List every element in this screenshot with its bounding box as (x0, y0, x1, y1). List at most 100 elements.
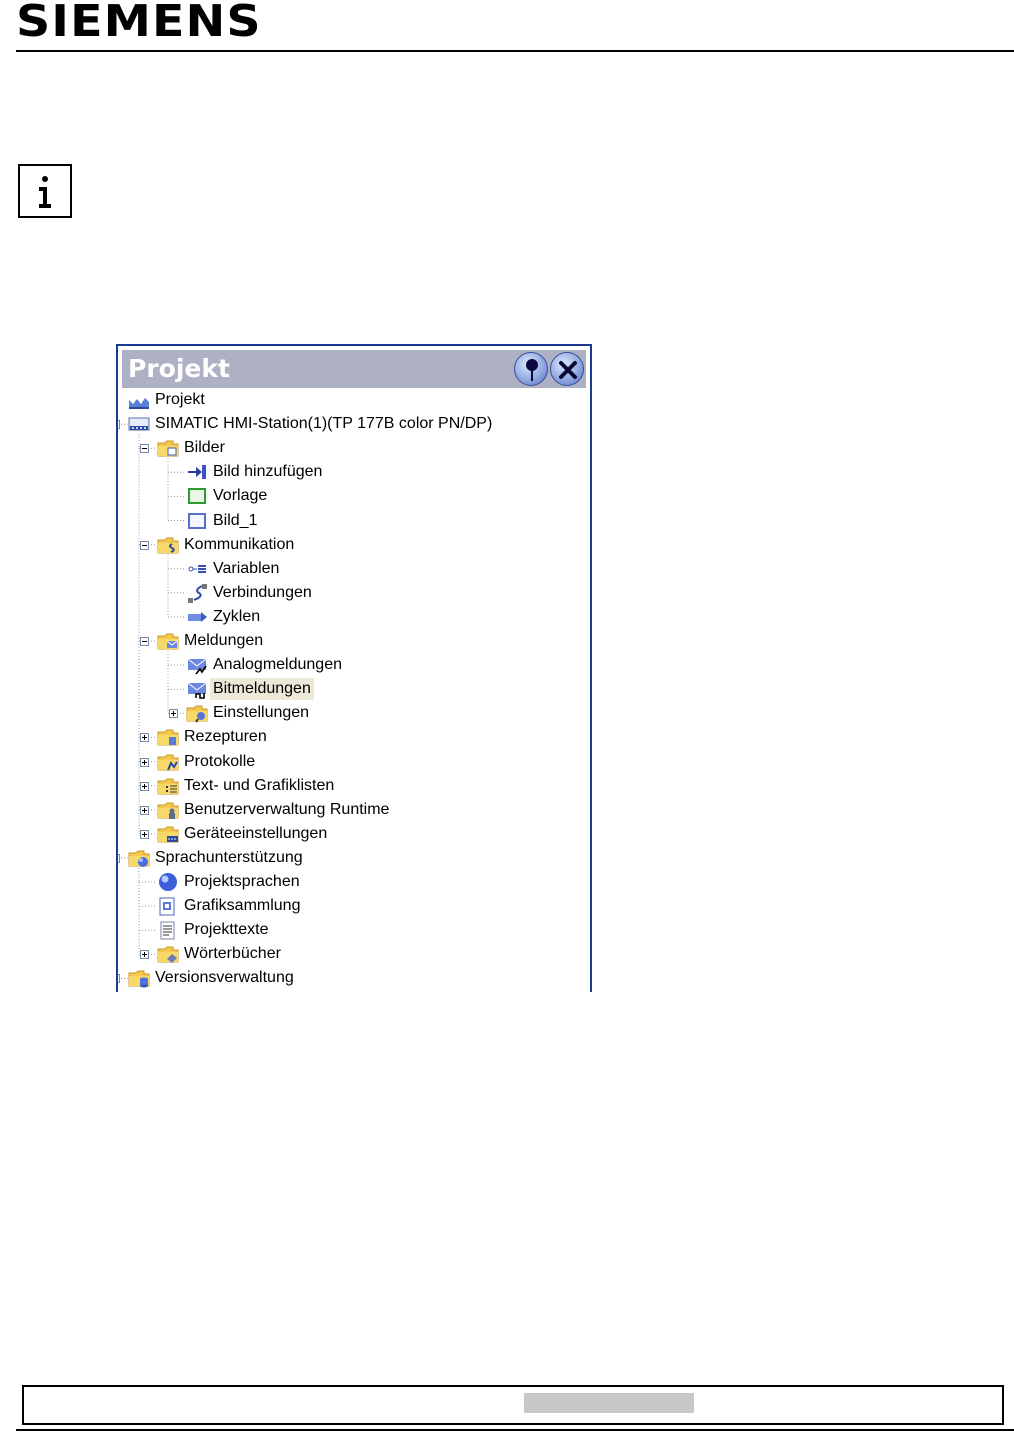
tree-node[interactable]: Rezepturen (118, 726, 588, 748)
tree-node[interactable]: Vorlage (118, 485, 588, 507)
info-icon (18, 164, 72, 218)
tree-node[interactable]: Text- und Grafiklisten (118, 775, 588, 797)
tree-node-label[interactable]: Bild hinzufügen (210, 461, 325, 483)
footer-box (22, 1385, 1004, 1425)
tree-node[interactable]: Wörterbücher (118, 943, 588, 965)
tree-node-label[interactable]: Projekt (152, 389, 208, 411)
tree-node-label[interactable]: Bitmeldungen (210, 678, 314, 701)
tree-node[interactable]: Protokolle (118, 751, 588, 773)
footer-rule (16, 1429, 1014, 1431)
pin-icon[interactable] (514, 352, 548, 386)
tree-node[interactable]: Grafiksammlung (118, 895, 588, 917)
tree-node[interactable]: Projekt (118, 389, 588, 411)
folder-users-icon (157, 800, 179, 820)
tags-icon (186, 559, 208, 579)
tree-node[interactable]: Geräteeinstellungen (118, 823, 588, 845)
tree-node-label[interactable]: Rezepturen (181, 726, 270, 748)
folder-logs-icon (157, 752, 179, 772)
tree-node[interactable]: Bitmeldungen (118, 678, 588, 701)
tree-node-label[interactable]: Meldungen (181, 630, 266, 652)
tree-node[interactable]: Bild_1 (118, 510, 588, 532)
tree-node-label[interactable]: Verbindungen (210, 582, 315, 604)
tree-node-label[interactable]: Text- und Grafiklisten (181, 775, 337, 797)
tree-node[interactable]: Analogmeldungen (118, 654, 588, 676)
tree-node-label[interactable]: Projekttexte (181, 919, 271, 941)
collapse-icon[interactable] (140, 637, 149, 646)
tree-node-label[interactable]: Zyklen (210, 606, 263, 628)
analog-alarms-icon (186, 655, 208, 675)
tree-node-label[interactable]: Einstellungen (210, 702, 312, 724)
tree-node[interactable]: Versionsverwaltung (118, 967, 588, 989)
expand-icon[interactable] (140, 950, 149, 960)
tree-node-label[interactable]: Wörterbücher (181, 943, 284, 965)
folder-lists-icon (157, 776, 179, 796)
footer-gray-field (524, 1393, 694, 1413)
tree-node[interactable]: Projektsprachen (118, 871, 588, 893)
close-icon[interactable] (550, 352, 584, 386)
tree-node[interactable]: Kommunikation (118, 534, 588, 556)
collapse-icon[interactable] (118, 420, 120, 430)
folder-device-settings-icon (157, 824, 179, 844)
panel-titlebar: Projekt (122, 350, 586, 388)
collapse-icon[interactable] (118, 853, 120, 863)
tree-node[interactable]: Zyklen (118, 606, 588, 628)
folder-screens-icon (157, 438, 179, 458)
expand-icon[interactable] (140, 733, 149, 743)
folder-settings-icon (186, 703, 208, 723)
panel-title: Projekt (128, 354, 230, 383)
tree-node[interactable]: Verbindungen (118, 582, 588, 604)
tree-node[interactable]: Meldungen (118, 630, 588, 652)
tree-node-label[interactable]: Geräteeinstellungen (181, 823, 330, 845)
collapse-icon[interactable] (140, 540, 149, 550)
tree-node-label[interactable]: Analogmeldungen (210, 654, 345, 676)
siemens-logo: SIEMENS (16, 0, 262, 47)
graphics-icon (157, 896, 179, 916)
project-tree: Projekt SIMATIC HMI-Station(1)(TP 177B co… (118, 388, 590, 992)
tree-node-label[interactable]: Vorlage (210, 485, 270, 507)
connections-icon (186, 583, 208, 603)
expand-icon[interactable] (140, 829, 149, 839)
tree-node-label[interactable]: Projektsprachen (181, 871, 303, 893)
tree-node-label[interactable]: SIMATIC HMI-Station(1)(TP 177B color PN/… (152, 413, 495, 435)
tree-node-label[interactable]: Grafiksammlung (181, 895, 303, 917)
folder-communication-icon (157, 535, 179, 555)
folder-recipes-icon (157, 727, 179, 747)
folder-language-icon (128, 848, 150, 868)
expand-icon[interactable] (140, 757, 149, 767)
tree-node[interactable]: Benutzerverwaltung Runtime (118, 799, 588, 821)
header-rule (16, 50, 1014, 52)
texts-icon (157, 920, 179, 940)
tree-node-label[interactable]: Benutzerverwaltung Runtime (181, 799, 392, 821)
project-panel: Projekt Projekt SIMATIC HMI-Station(1)(TP… (116, 344, 592, 992)
tree-node[interactable]: Bilder (118, 437, 588, 459)
hmi-station-icon (128, 414, 150, 434)
tree-node[interactable]: Bild hinzufügen (118, 461, 588, 483)
tree-node-label[interactable]: Bild_1 (210, 510, 260, 532)
tree-node-label[interactable]: Versionsverwaltung (152, 967, 297, 989)
tree-node[interactable]: Sprachunterstützung (118, 847, 588, 869)
screen-icon (186, 511, 208, 531)
project-icon (128, 390, 150, 410)
expand-icon[interactable] (140, 781, 149, 791)
folder-dictionaries-icon (157, 944, 179, 964)
expand-icon[interactable] (140, 805, 149, 815)
template-icon (186, 486, 208, 506)
add-screen-icon (186, 462, 208, 482)
folder-alarms-icon (157, 631, 179, 651)
tree-node[interactable]: SIMATIC HMI-Station(1)(TP 177B color PN/… (118, 413, 588, 435)
tree-node-label[interactable]: Kommunikation (181, 534, 297, 556)
tree-node[interactable]: Projekttexte (118, 919, 588, 941)
globe-icon (157, 872, 179, 892)
bit-alarms-icon (186, 679, 208, 699)
cycles-icon (186, 607, 208, 627)
expand-icon[interactable] (118, 974, 120, 984)
tree-node-label[interactable]: Protokolle (181, 751, 258, 773)
tree-node[interactable]: Einstellungen (118, 702, 588, 724)
tree-node-label[interactable]: Sprachunterstützung (152, 847, 306, 869)
collapse-icon[interactable] (140, 444, 149, 454)
tree-node-label[interactable]: Bilder (181, 437, 228, 459)
tree-node-label[interactable]: Variablen (210, 558, 282, 580)
tree-node[interactable]: Variablen (118, 558, 588, 580)
folder-versions-icon (128, 968, 150, 988)
expand-icon[interactable] (169, 709, 178, 719)
